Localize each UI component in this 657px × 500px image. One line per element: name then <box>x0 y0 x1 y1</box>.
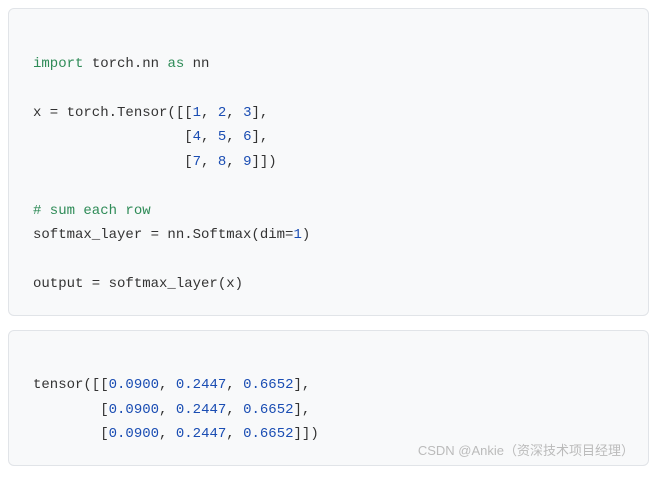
code-block-source: import torch.nn as nn x = torch.Tensor([… <box>8 8 649 316</box>
number-literal: 1 <box>193 105 201 121</box>
code-text: ], <box>251 129 268 145</box>
code-block-output: tensor([[0.0900, 0.2447, 0.6652], [0.090… <box>8 330 649 466</box>
number-literal: 7 <box>193 154 201 170</box>
number-literal: 0.6652 <box>243 402 293 418</box>
keyword-import: import <box>33 56 83 72</box>
code-text: ]]) <box>294 426 319 442</box>
code-text: , <box>159 377 176 393</box>
code-text: , <box>201 105 218 121</box>
code-text: ], <box>251 105 268 121</box>
number-literal: 5 <box>218 129 226 145</box>
number-literal: 0.2447 <box>176 402 226 418</box>
number-literal: 0.0900 <box>109 426 159 442</box>
code-text: , <box>226 402 243 418</box>
number-literal: 8 <box>218 154 226 170</box>
code-text: torch.nn <box>83 56 167 72</box>
number-literal: 0.2447 <box>176 377 226 393</box>
number-literal: 0.6652 <box>243 377 293 393</box>
code-text: tensor([[ <box>33 377 109 393</box>
code-text: [ <box>33 154 193 170</box>
code-text: , <box>159 402 176 418</box>
code-text: ) <box>302 227 310 243</box>
number-literal: 1 <box>293 227 301 243</box>
code-text: , <box>201 129 218 145</box>
number-literal: 0.6652 <box>243 426 293 442</box>
code-text: , <box>159 426 176 442</box>
code-text: [ <box>33 426 109 442</box>
number-literal: 2 <box>218 105 226 121</box>
code-text: [ <box>33 129 193 145</box>
code-text: , <box>226 377 243 393</box>
code-text: ], <box>294 402 311 418</box>
code-text: , <box>226 426 243 442</box>
code-text: x = torch.Tensor([[ <box>33 105 193 121</box>
number-literal: 0.2447 <box>176 426 226 442</box>
code-text: , <box>226 129 243 145</box>
number-literal: 4 <box>193 129 201 145</box>
watermark-text: CSDN @Ankie（资深技术项目经理） <box>418 440 634 463</box>
code-text: softmax_layer = nn.Softmax(dim= <box>33 227 293 243</box>
code-text: , <box>201 154 218 170</box>
code-text: , <box>226 154 243 170</box>
number-literal: 0.0900 <box>109 377 159 393</box>
code-text: ]]) <box>251 154 276 170</box>
comment-line: # sum each row <box>33 203 151 219</box>
code-text: [ <box>33 402 109 418</box>
code-text: ], <box>294 377 311 393</box>
code-text: output = softmax_layer(x) <box>33 276 243 292</box>
number-literal: 0.0900 <box>109 402 159 418</box>
code-text: , <box>226 105 243 121</box>
code-text: nn <box>184 56 209 72</box>
keyword-as: as <box>167 56 184 72</box>
